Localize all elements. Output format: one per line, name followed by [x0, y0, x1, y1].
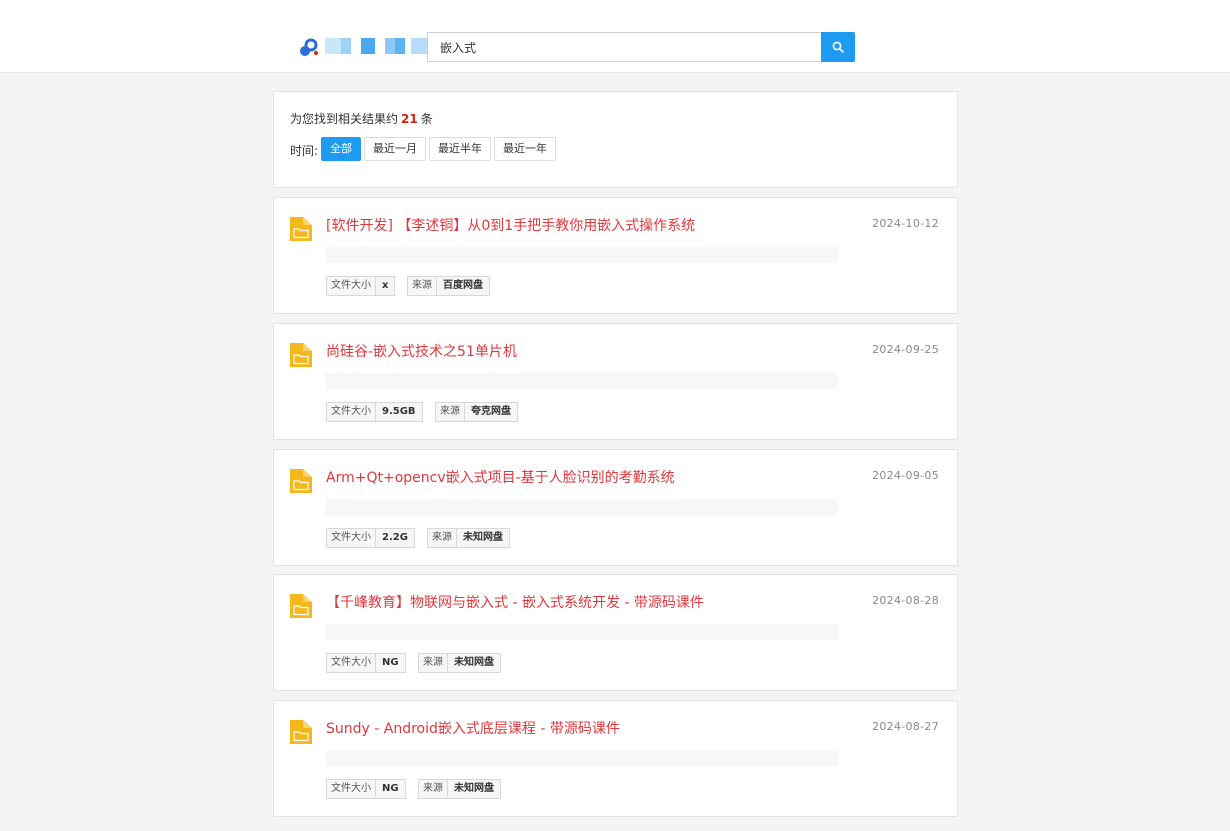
file-size-tag: 文件大小 2.2G: [326, 528, 415, 548]
found-prefix: 为您找到相关结果约: [290, 112, 399, 126]
result-item: 尚硅谷-嵌入式技术之51单片机 2024-09-25 文件大小 9.5GB 来源夸…: [273, 323, 958, 440]
result-date: 2024-10-12: [872, 217, 939, 230]
file-size-tag: 文件大小 NG: [326, 653, 406, 673]
result-snippet-blurred: [326, 247, 838, 263]
source-tag: 来源 未知网盘: [427, 528, 510, 548]
result-title-link[interactable]: Arm+Qt+opencv嵌入式项目-基于人脸识别的考勤系统: [326, 467, 675, 487]
result-item: 【千峰教育】物联网与嵌入式 - 嵌入式系统开发 - 带源码课件 2024-08-…: [273, 574, 958, 691]
search-input[interactable]: [427, 32, 821, 62]
result-title-link[interactable]: [软件开发] 【李述铜】从0到1手把手教你用嵌入式操作系统: [326, 215, 695, 235]
file-size-tag: 文件大小 x: [326, 276, 396, 296]
result-count: 21: [401, 112, 418, 126]
file-size-value: NG: [382, 657, 399, 668]
file-size-label: 文件大小: [327, 780, 376, 798]
folder-icon: [290, 720, 312, 744]
filter-all[interactable]: 全部: [321, 137, 361, 161]
source-value: 百度网盘: [443, 280, 483, 291]
search-icon: [832, 41, 844, 53]
result-item: [软件开发] 【李述铜】从0到1手把手教你用嵌入式操作系统 2024-10-12…: [273, 197, 958, 314]
source-label: 来源: [419, 654, 448, 672]
file-size-value: x: [382, 280, 389, 291]
site-logo[interactable]: [297, 36, 427, 60]
file-size-tag: 文件大小 9.5GB: [326, 402, 423, 422]
source-tag: 来源 夸克网盘: [435, 402, 518, 422]
result-item: Arm+Qt+opencv嵌入式项目-基于人脸识别的考勤系统 2024-09-0…: [273, 449, 958, 566]
result-snippet-blurred: [326, 750, 838, 766]
file-size-label: 文件大小: [327, 529, 376, 547]
filter-last-month[interactable]: 最近一月: [364, 137, 426, 161]
result-snippet-blurred: [326, 499, 838, 515]
source-label: 来源: [436, 403, 465, 421]
source-label: 来源: [428, 529, 457, 547]
file-size-value: 9.5GB: [382, 406, 416, 417]
result-title-link[interactable]: 【千峰教育】物联网与嵌入式 - 嵌入式系统开发 - 带源码课件: [326, 592, 704, 612]
file-size-label: 文件大小: [327, 403, 376, 421]
source-label: 来源: [419, 780, 448, 798]
result-title-link[interactable]: Sundy - Android嵌入式底层课程 - 带源码课件: [326, 718, 620, 738]
found-suffix: 条: [420, 112, 433, 126]
top-bar: [0, 0, 1230, 73]
result-item: Sundy - Android嵌入式底层课程 - 带源码课件 2024-08-2…: [273, 700, 958, 817]
source-value: 未知网盘: [454, 657, 494, 668]
result-summary-card: 为您找到相关结果约 21 条 时间: 全部 最近一月 最近半年 最近一年: [273, 91, 958, 188]
filter-last-half-year[interactable]: 最近半年: [429, 137, 491, 161]
folder-icon: [290, 343, 312, 367]
result-title-link[interactable]: 尚硅谷-嵌入式技术之51单片机: [326, 341, 517, 361]
result-count-text: 为您找到相关结果约 21 条: [290, 110, 433, 127]
source-value: 未知网盘: [463, 532, 503, 543]
source-tag: 来源 百度网盘: [407, 276, 490, 296]
file-size-tag: 文件大小 NG: [326, 779, 406, 799]
logo-icon: [300, 38, 318, 56]
file-size-label: 文件大小: [327, 277, 376, 295]
result-snippet-blurred: [326, 373, 838, 389]
search-button[interactable]: [821, 32, 855, 62]
folder-icon: [290, 469, 312, 493]
result-date: 2024-08-28: [872, 594, 939, 607]
file-size-label: 文件大小: [327, 654, 376, 672]
result-date: 2024-08-27: [872, 720, 939, 733]
result-date: 2024-09-05: [872, 469, 939, 482]
source-value: 未知网盘: [454, 783, 494, 794]
folder-icon: [290, 217, 312, 241]
folder-icon: [290, 594, 312, 618]
filter-last-year[interactable]: 最近一年: [494, 137, 556, 161]
result-snippet-blurred: [326, 624, 838, 640]
source-tag: 来源 未知网盘: [418, 779, 501, 799]
result-date: 2024-09-25: [872, 343, 939, 356]
source-value: 夸克网盘: [471, 406, 511, 417]
time-filter-label: 时间:: [290, 144, 319, 158]
file-size-value: 2.2G: [382, 532, 408, 543]
source-tag: 来源 未知网盘: [418, 653, 501, 673]
source-label: 来源: [408, 277, 437, 295]
file-size-value: NG: [382, 783, 399, 794]
